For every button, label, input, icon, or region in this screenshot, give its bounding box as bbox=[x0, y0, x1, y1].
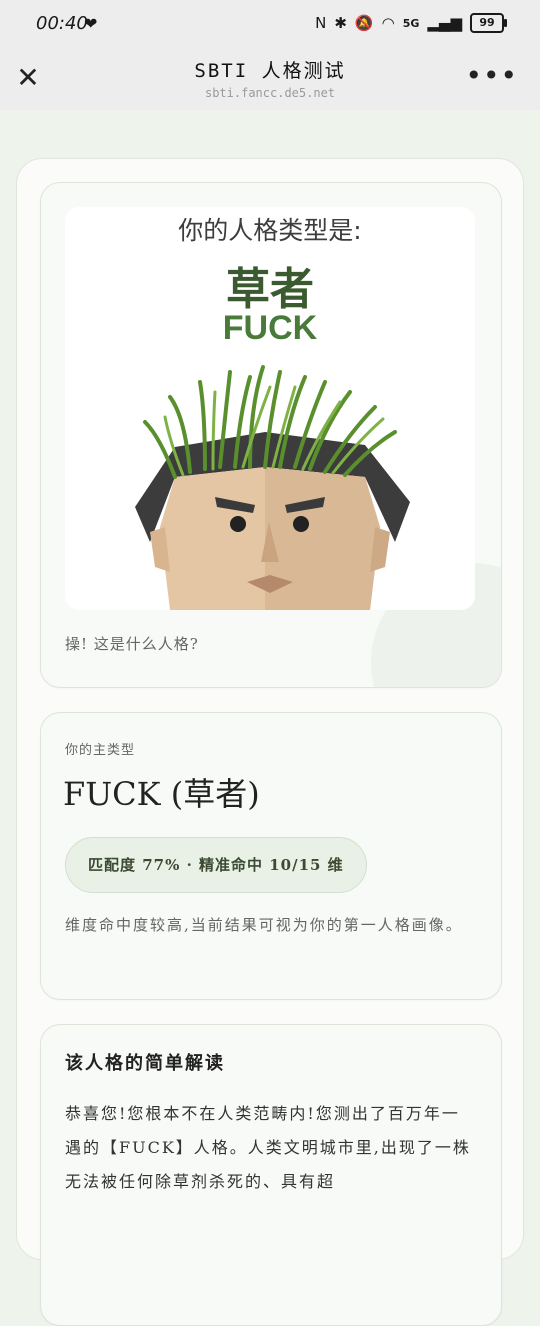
result-image-card: 你的人格类型是: 草者 FUCK 操! 这是什么人格? bbox=[40, 182, 502, 688]
match-badge: 匹配度 77% · 精准命中 10/15 维 bbox=[65, 837, 367, 893]
main-type-title: FUCK (草者) bbox=[63, 775, 260, 813]
bell-mute-icon: 🔕 bbox=[354, 14, 374, 32]
main-type-card: 你的主类型 FUCK (草者) 匹配度 77% · 精准命中 10/15 维 维… bbox=[40, 712, 502, 1000]
page-url: sbti.fancc.de5.net bbox=[204, 86, 336, 100]
battery-icon: 99 bbox=[470, 13, 507, 33]
wifi-icon: ◠ bbox=[381, 14, 395, 32]
interpretation-card: 该人格的简单解读 恭喜您!您根本不在人类范畴内!您测出了百万年一遇的【FUCK】… bbox=[40, 1024, 502, 1326]
network-label: 5G bbox=[402, 16, 420, 30]
result-caption: 操! 这是什么人格? bbox=[65, 635, 199, 653]
main-type-kicker: 你的主类型 bbox=[65, 743, 136, 758]
heartbeat-icon: ❤ bbox=[84, 14, 98, 33]
bluetooth-icon: ✱ bbox=[334, 14, 347, 32]
status-bar: 00:40 ❤ N ✱ 🔕 ◠ 5G ▂▄▆ 99 bbox=[0, 0, 540, 50]
more-icon[interactable]: ••• bbox=[465, 62, 518, 90]
interpretation-title: 该人格的简单解读 bbox=[65, 1053, 225, 1074]
grass-head-illustration bbox=[135, 365, 410, 610]
title-bar: ✕ SBTI 人格测试 sbti.fancc.de5.net ••• bbox=[0, 50, 540, 110]
result-container: 你的人格类型是: 草者 FUCK 操! 这是什么人格? 你的主类型 FUCK (… bbox=[16, 158, 524, 1326]
image-type-en: FUCK bbox=[222, 309, 318, 347]
page-title: SBTI 人格测试 bbox=[194, 60, 346, 82]
image-type-cn: 草者 bbox=[226, 264, 314, 315]
result-image: 你的人格类型是: 草者 FUCK bbox=[65, 207, 475, 610]
main-type-description: 维度命中度较高,当前结果可视为你的第一人格画像。 bbox=[65, 916, 463, 934]
nfc-icon: N bbox=[315, 14, 327, 32]
status-icons: N ✱ 🔕 ◠ 5G ▂▄▆ 99 bbox=[315, 13, 507, 33]
image-heading: 你的人格类型是: bbox=[178, 216, 362, 245]
status-time: 00:40 bbox=[36, 13, 88, 34]
signal-icon: ▂▄▆ bbox=[427, 14, 462, 32]
interpretation-text: 恭喜您!您根本不在人类范畴内!您测出了百万年一遇的【FUCK】人格。人类文明城市… bbox=[65, 1104, 471, 1191]
